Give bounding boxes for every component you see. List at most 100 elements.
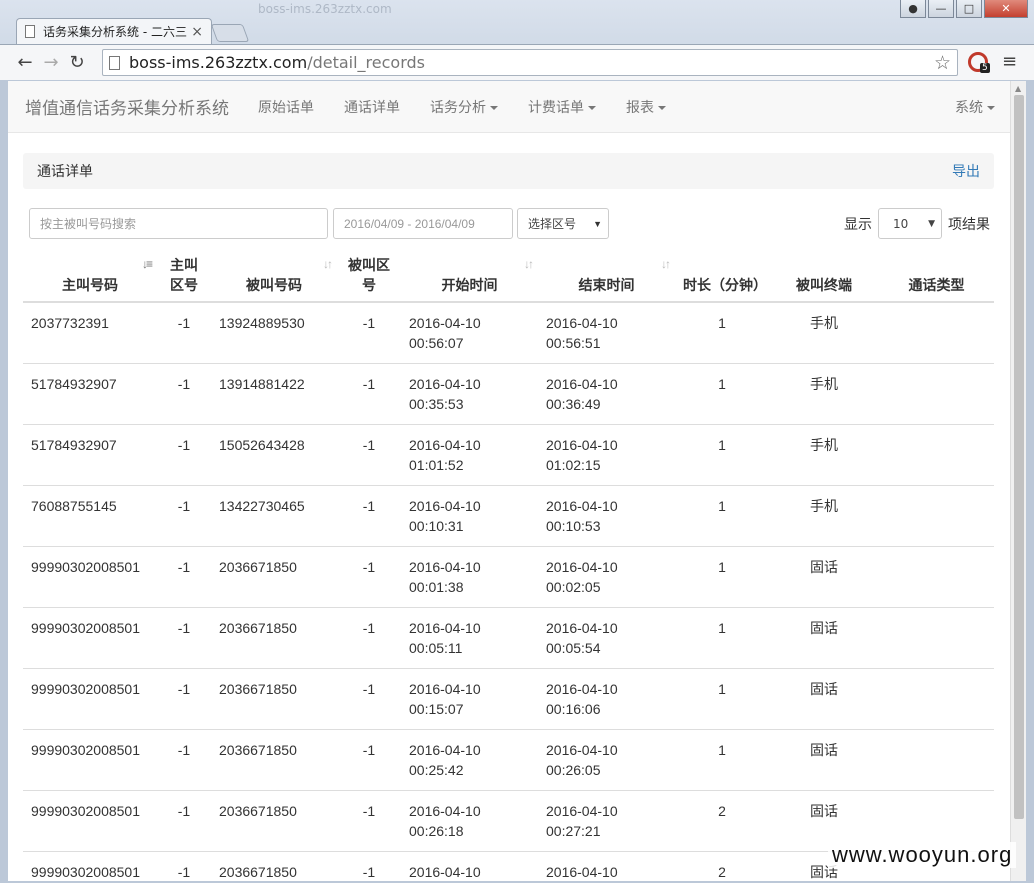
scroll-up-icon[interactable]: ▲	[1015, 84, 1021, 93]
caller-cell: 99990302008501	[23, 546, 157, 608]
callee-area-cell: -1	[337, 668, 401, 730]
time-text: 00:05:11	[409, 640, 463, 656]
records-table: 主叫号码 ↓≡ 主叫区号 被叫号码 ↓↑ 被叫区号 开始时间 ↓↑ 结束时间 ↓↑ 时长…	[23, 248, 994, 881]
start-time-cell: 2016-04-10 00:35:53	[401, 363, 538, 425]
tab-title: 话务采集分析系统 - 二六三	[43, 25, 187, 39]
date-text: 2016-04-10	[409, 559, 481, 575]
table-row[interactable]: 99990302008501-12036671850-12016-04-1000…	[23, 668, 994, 730]
page-size-select[interactable]: 10 ▼	[878, 208, 942, 239]
column-header-callee-area[interactable]: 被叫区号	[337, 248, 401, 303]
duration-cell: 1	[675, 546, 769, 608]
export-link[interactable]: 导出	[952, 161, 980, 181]
nav-raw-records[interactable]: 原始话单	[243, 97, 329, 117]
caller-area-cell: -1	[157, 668, 211, 730]
sort-icon[interactable]: ↓↑	[524, 254, 534, 274]
close-window-button[interactable]: ✕	[984, 0, 1028, 18]
extension-badge: 5	[980, 63, 990, 73]
start-time-cell: 2016-04-10 00:25:42	[401, 729, 538, 791]
search-input[interactable]: 按主被叫号码搜索	[29, 208, 328, 239]
table-row[interactable]: 51784932907 -1 13914881422 -1 2016-04-10 00:3…	[23, 363, 994, 425]
time-text: 00:26:05	[546, 762, 601, 778]
column-header-start-time[interactable]: 开始时间 ↓↑	[401, 248, 538, 303]
caller-cell: 76088755145	[23, 485, 157, 547]
start-time-cell: 2016-04-10 00:15:07	[401, 668, 538, 730]
date-range-input[interactable]: 2016/04/09 - 2016/04/09	[333, 208, 513, 239]
minimize-button[interactable]: —	[928, 0, 954, 18]
browser-tab[interactable]: 话务采集分析系统 - 二六三 ×	[16, 18, 212, 44]
nav-detail-records[interactable]: 通话详单	[329, 97, 415, 117]
close-tab-icon[interactable]: ×	[191, 24, 203, 40]
duration-cell: 1	[675, 729, 769, 791]
time-text: 00:56:51	[546, 335, 601, 351]
terminal-cell: 固话	[769, 729, 879, 791]
address-bar[interactable]: boss-ims.263zztx.com/detail_records ☆	[102, 49, 958, 76]
column-header-label: 开始时间	[441, 277, 498, 293]
end-time-cell: 2016-04-10 00:16:06	[538, 668, 675, 730]
nav-traffic-analysis[interactable]: 话务分析	[415, 97, 513, 117]
filter-bar: 按主被叫号码搜索 2016/04/09 - 2016/04/09 选择区号 ▼ …	[29, 208, 994, 240]
table-row[interactable]: 51784932907 -1 15052643428 -1 2016-04-10 01:0…	[23, 424, 994, 486]
user-icon[interactable]: ●	[900, 0, 926, 18]
sort-icon[interactable]: ↓↑	[661, 254, 671, 274]
caller-area-cell: -1	[157, 485, 211, 547]
page-size-control: 显示 10 ▼ 项结果	[844, 208, 990, 239]
callee-cell: 2036671850	[211, 668, 337, 730]
column-header-duration[interactable]: 时长（分钟）	[675, 248, 769, 303]
menu-icon[interactable]: ≡	[1002, 51, 1017, 72]
table-row[interactable]: 2037732391 -1 13924889530 -1 2016-04-10 00:56…	[23, 301, 994, 364]
table-row[interactable]: 99990302008501-12036671850-12016-04-1000…	[23, 607, 994, 669]
column-header-label: 被叫终端	[796, 277, 852, 293]
reload-icon[interactable]: ↻	[64, 52, 90, 73]
sort-desc-icon[interactable]: ↓≡	[142, 254, 153, 274]
column-header-end-time[interactable]: 结束时间 ↓↑	[538, 248, 675, 303]
duration-cell: 1	[675, 668, 769, 730]
date-text: 2016-04-10	[546, 620, 618, 636]
sort-icon[interactable]: ↓↑	[323, 254, 333, 274]
date-text: 2016-04-10	[409, 620, 481, 636]
end-time-cell: 2016-04-10 00:10:53	[538, 485, 675, 547]
column-header-callee[interactable]: 被叫号码 ↓↑	[211, 248, 337, 303]
caller-area-cell: -1	[157, 424, 211, 486]
terminal-cell: 固话	[769, 546, 879, 608]
terminal-cell: 固话	[769, 668, 879, 730]
date-text: 2016-04-10	[546, 803, 618, 819]
column-header-caller-area[interactable]: 主叫区号	[157, 248, 211, 303]
nav-billing-records[interactable]: 计费话单	[513, 97, 611, 117]
forward-icon[interactable]: →	[38, 52, 64, 73]
column-header-label: 主叫区号	[170, 257, 198, 293]
column-header-terminal[interactable]: 被叫终端	[769, 248, 879, 303]
start-time-cell: 2016-04-10 00:10:31	[401, 485, 538, 547]
date-text: 2016-04-10	[546, 437, 618, 453]
time-text: 01:01:52	[409, 457, 464, 473]
date-text: 2016-04-10	[409, 315, 481, 331]
scrollbar-thumb[interactable]	[1014, 95, 1024, 819]
caller-area-cell: -1	[157, 363, 211, 425]
time-text: 00:05:54	[546, 640, 601, 656]
maximize-button[interactable]: □	[956, 0, 982, 18]
date-text: 2016-04-10	[409, 437, 481, 453]
back-icon[interactable]: ←	[12, 52, 38, 73]
new-tab-button[interactable]	[210, 24, 250, 42]
table-row[interactable]: 76088755145 -1 13422730465 -1 2016-04-10 00:1…	[23, 485, 994, 547]
caller-area-cell: -1	[157, 607, 211, 669]
table-row[interactable]: 99990302008501-12036671850-12016-04-1000…	[23, 729, 994, 791]
vertical-scrollbar[interactable]: ▲	[1010, 81, 1026, 881]
nav-system[interactable]: 系统	[940, 97, 1010, 117]
column-header-call-type[interactable]: 通话类型	[879, 248, 994, 303]
page-icon	[25, 25, 35, 38]
column-header-caller[interactable]: 主叫号码 ↓≡	[23, 248, 157, 303]
area-code-select[interactable]: 选择区号 ▼	[517, 208, 609, 239]
date-text: 2016-04-10	[546, 681, 618, 697]
show-label: 显示	[844, 216, 872, 233]
table-row[interactable]: 99990302008501-12036671850-12016-04-1000…	[23, 546, 994, 608]
window-controls: ● — □ ✕	[900, 0, 1028, 18]
date-text: 2016-04-10	[546, 864, 618, 880]
caller-cell: 99990302008501	[23, 790, 157, 852]
ghost-tab-text: boss-ims.263zztx.com	[258, 2, 392, 16]
results-label: 项结果	[948, 216, 990, 233]
nav-reports[interactable]: 报表	[611, 97, 681, 117]
brand-title[interactable]: 增值通信话务采集分析系统	[25, 94, 229, 119]
date-text: 2016-04-10	[409, 498, 481, 514]
bookmark-star-icon[interactable]: ☆	[934, 52, 951, 74]
date-text: 2016-04-10	[409, 864, 481, 880]
